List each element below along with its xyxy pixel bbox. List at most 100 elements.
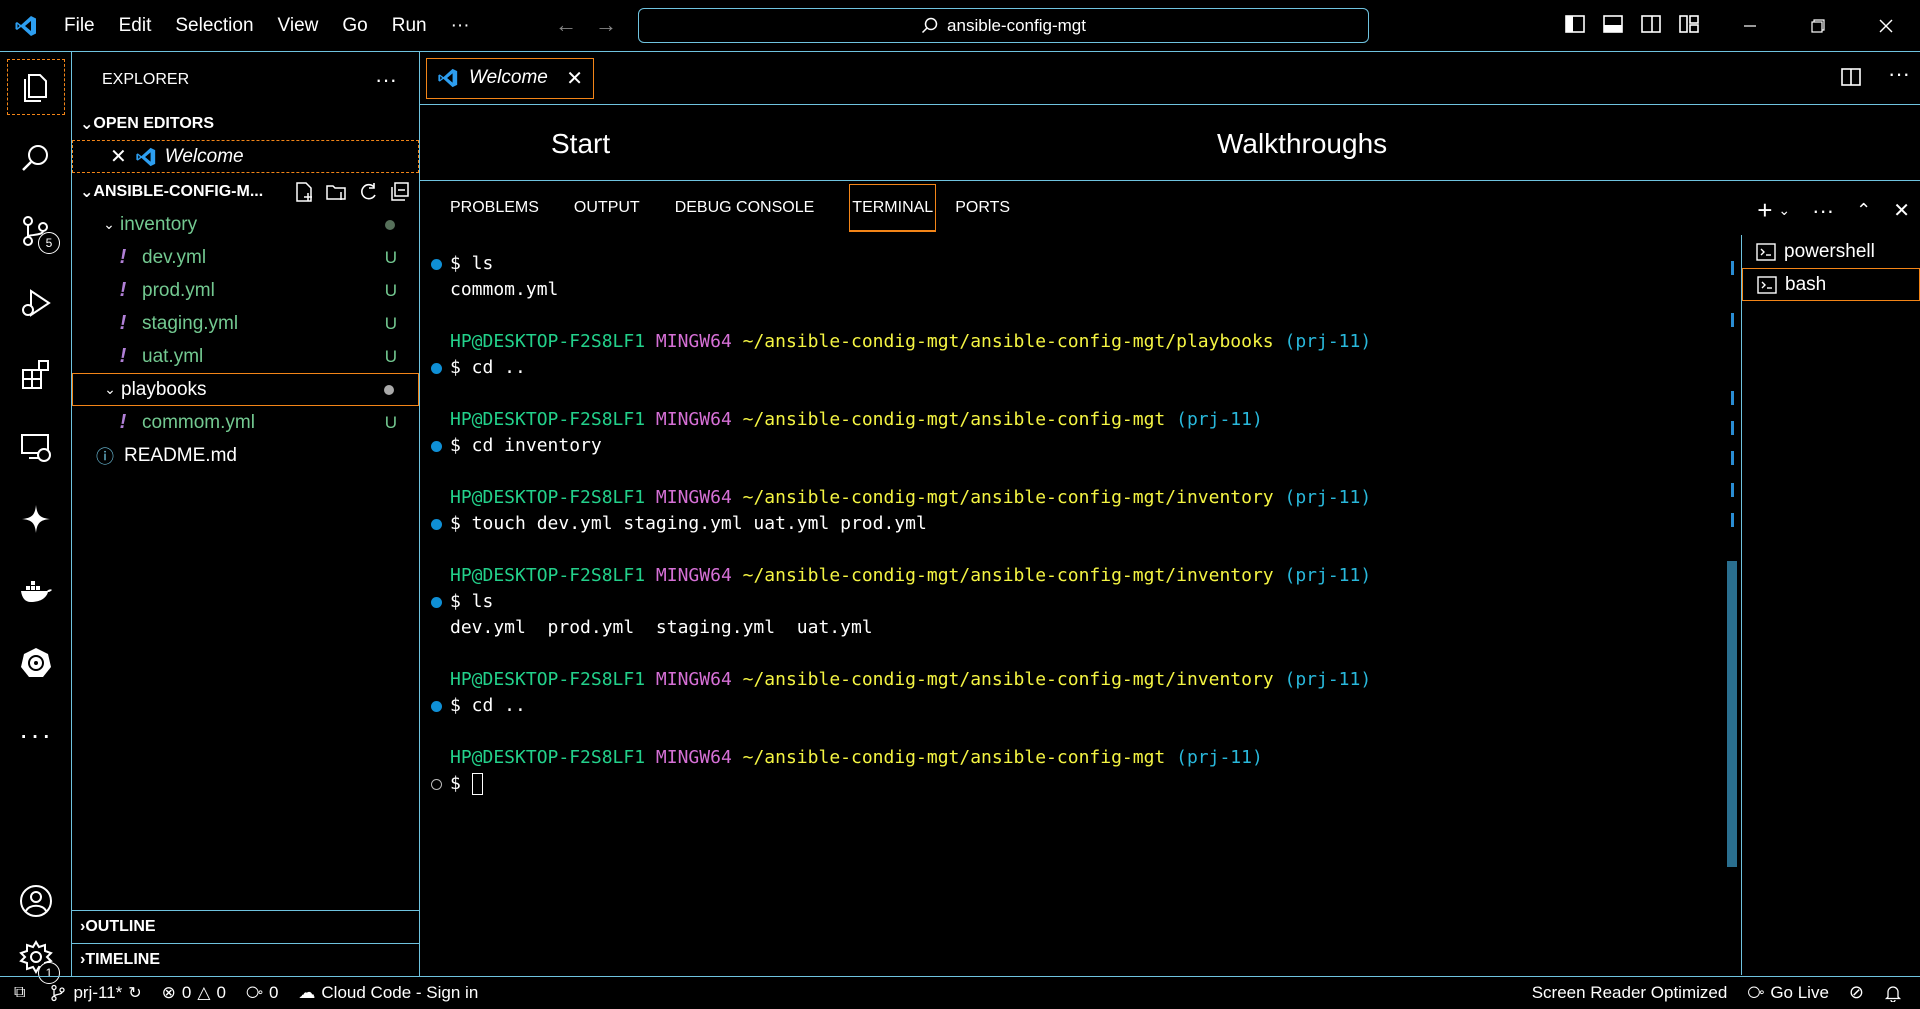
tab-label: Welcome: [469, 67, 548, 88]
remote-icon: ⧉: [14, 983, 26, 1001]
close-panel-icon[interactable]: ✕: [1893, 198, 1910, 223]
tab-ports[interactable]: PORTS: [955, 184, 1026, 232]
collapse-all-icon[interactable]: [389, 181, 411, 203]
more-icon: ···: [19, 719, 53, 750]
git-untracked-badge: U: [384, 280, 397, 300]
command-success-dot: [431, 597, 442, 608]
chevron-down-icon[interactable]: ⌄: [1778, 202, 1790, 219]
terminal-tab-powershell[interactable]: powershell: [1742, 235, 1920, 268]
menu-edit[interactable]: Edit: [107, 15, 164, 37]
run-debug-activity[interactable]: [0, 268, 72, 338]
timeline-section[interactable]: › TIMELINE: [72, 943, 419, 976]
close-tab-icon[interactable]: ✕: [566, 66, 583, 91]
panel-tab-bar: PROBLEMS OUTPUT DEBUG CONSOLE TERMINAL P…: [420, 181, 1920, 235]
menu-selection[interactable]: Selection: [163, 15, 265, 37]
menu-file[interactable]: File: [52, 15, 107, 37]
menu-go[interactable]: Go: [330, 15, 379, 37]
sync-icon[interactable]: ↻: [128, 983, 141, 1003]
menu-more[interactable]: ···: [439, 15, 482, 37]
file-uat-yml[interactable]: ! uat.yml U: [72, 340, 419, 373]
more-activity[interactable]: ···: [0, 700, 72, 770]
command-center-search[interactable]: ansible-config-mgt: [638, 8, 1369, 43]
tab-output[interactable]: OUTPUT: [574, 184, 656, 232]
extensions-activity[interactable]: [0, 340, 72, 410]
workspace-actions: [293, 181, 411, 203]
toggle-primary-sidebar-icon[interactable]: [1564, 13, 1586, 35]
tab-problems[interactable]: PROBLEMS: [450, 184, 555, 232]
folder-inventory[interactable]: ⌄ inventory: [72, 208, 419, 241]
window-controls: [1716, 0, 1920, 52]
terminal-prompt: HP@DESKTOP-F2S8LF1 MINGW64 ~/ansible-con…: [450, 487, 1372, 508]
forward-arrow-icon[interactable]: →: [595, 12, 617, 38]
folder-playbooks[interactable]: ⌄ playbooks: [72, 373, 419, 406]
kubernetes-activity[interactable]: [0, 628, 72, 698]
info-icon: ⓘ: [96, 446, 114, 467]
new-folder-icon[interactable]: [325, 181, 347, 203]
explorer-more-icon[interactable]: ···: [375, 67, 397, 93]
file-staging-yml[interactable]: ! staging.yml U: [72, 307, 419, 340]
menu-view[interactable]: View: [266, 15, 331, 37]
file-dev-yml[interactable]: ! dev.yml U: [72, 241, 419, 274]
outline-section[interactable]: › OUTLINE: [72, 910, 419, 943]
terminal-command: $ cd ..: [450, 695, 526, 716]
toggle-secondary-sidebar-icon[interactable]: [1640, 13, 1662, 35]
search-activity[interactable]: [0, 124, 72, 194]
open-editors-section[interactable]: ⌄ OPEN EDITORS: [72, 107, 419, 140]
problems-indicator[interactable]: ⊗ 0 △ 0: [152, 977, 236, 1009]
close-window-button[interactable]: [1852, 0, 1920, 52]
new-file-icon[interactable]: [293, 181, 315, 203]
search-text: ansible-config-mgt: [947, 15, 1086, 35]
ports-indicator[interactable]: ⧂ 0: [236, 977, 288, 1009]
copilot-activity[interactable]: [0, 484, 72, 554]
welcome-walkthroughs-link[interactable]: Walkthroughs: [1217, 128, 1387, 160]
refresh-icon[interactable]: [357, 181, 379, 203]
terminal-command: $ ls: [450, 253, 494, 274]
editor-more-icon[interactable]: ···: [1888, 63, 1910, 88]
docker-activity[interactable]: [0, 556, 72, 626]
panel-more-icon[interactable]: ···: [1812, 198, 1834, 224]
cloud-code-indicator[interactable]: ☁ Cloud Code - Sign in: [288, 977, 488, 1009]
activity-bar: 5 ··· 1: [0, 52, 72, 984]
workspace-section[interactable]: ⌄ ANSIBLE-CONFIG-M...: [72, 175, 419, 208]
file-readme[interactable]: ⓘ README.md: [72, 439, 419, 472]
terminal-tab-label: powershell: [1784, 240, 1875, 262]
terminal-cursor: [471, 773, 483, 795]
open-editor-welcome[interactable]: ✕ Welcome: [72, 140, 419, 173]
tab-welcome[interactable]: Welcome ✕: [426, 57, 594, 99]
branch-indicator[interactable]: prj-11* ↻: [39, 977, 151, 1009]
tab-terminal[interactable]: TERMINAL: [849, 184, 937, 232]
new-terminal-icon[interactable]: +: [1757, 195, 1772, 226]
explorer-activity[interactable]: [0, 52, 72, 122]
sparkle-icon: [22, 505, 50, 533]
restore-button[interactable]: [1784, 0, 1852, 52]
copilot-status[interactable]: ⊘: [1839, 977, 1874, 1009]
minimize-button[interactable]: [1716, 0, 1784, 52]
terminal-scrollbar[interactable]: [1725, 261, 1739, 891]
notifications-indicator[interactable]: [1874, 977, 1920, 1009]
welcome-start-link[interactable]: Start: [551, 128, 610, 160]
terminal-prompt: HP@DESKTOP-F2S8LF1 MINGW64 ~/ansible-con…: [450, 565, 1372, 586]
screen-reader-indicator[interactable]: Screen Reader Optimized: [1522, 977, 1738, 1009]
file-prod-yml[interactable]: ! prod.yml U: [72, 274, 419, 307]
remote-explorer-activity[interactable]: [0, 412, 72, 482]
source-control-activity[interactable]: 5: [0, 196, 72, 266]
go-live-indicator[interactable]: ⧂ Go Live: [1737, 977, 1839, 1009]
close-editor-icon[interactable]: ✕: [110, 144, 127, 169]
terminal-command: $ cd ..: [450, 357, 526, 378]
terminal-view[interactable]: $ ls commom.yml HP@DESKTOP-F2S8LF1 MINGW…: [420, 241, 1740, 976]
toggle-panel-icon[interactable]: [1602, 13, 1624, 35]
git-untracked-badge: U: [384, 346, 397, 366]
explorer-header: EXPLORER ···: [72, 52, 419, 107]
customize-layout-icon[interactable]: [1678, 13, 1700, 35]
remote-indicator[interactable]: ⧉: [0, 977, 39, 1009]
file-label: staging.yml: [142, 312, 239, 334]
screen-reader-label: Screen Reader Optimized: [1531, 982, 1728, 1002]
file-commom-yml[interactable]: ! commom.yml U: [72, 406, 419, 439]
maximize-panel-icon[interactable]: ⌃: [1856, 200, 1871, 221]
split-editor-icon[interactable]: [1840, 66, 1862, 88]
back-arrow-icon[interactable]: ←: [555, 12, 577, 38]
menu-run[interactable]: Run: [380, 15, 439, 37]
terminal-tab-bash[interactable]: bash: [1742, 268, 1920, 301]
vscode-logo-icon: [0, 0, 52, 52]
tab-debug-console[interactable]: DEBUG CONSOLE: [675, 184, 831, 232]
